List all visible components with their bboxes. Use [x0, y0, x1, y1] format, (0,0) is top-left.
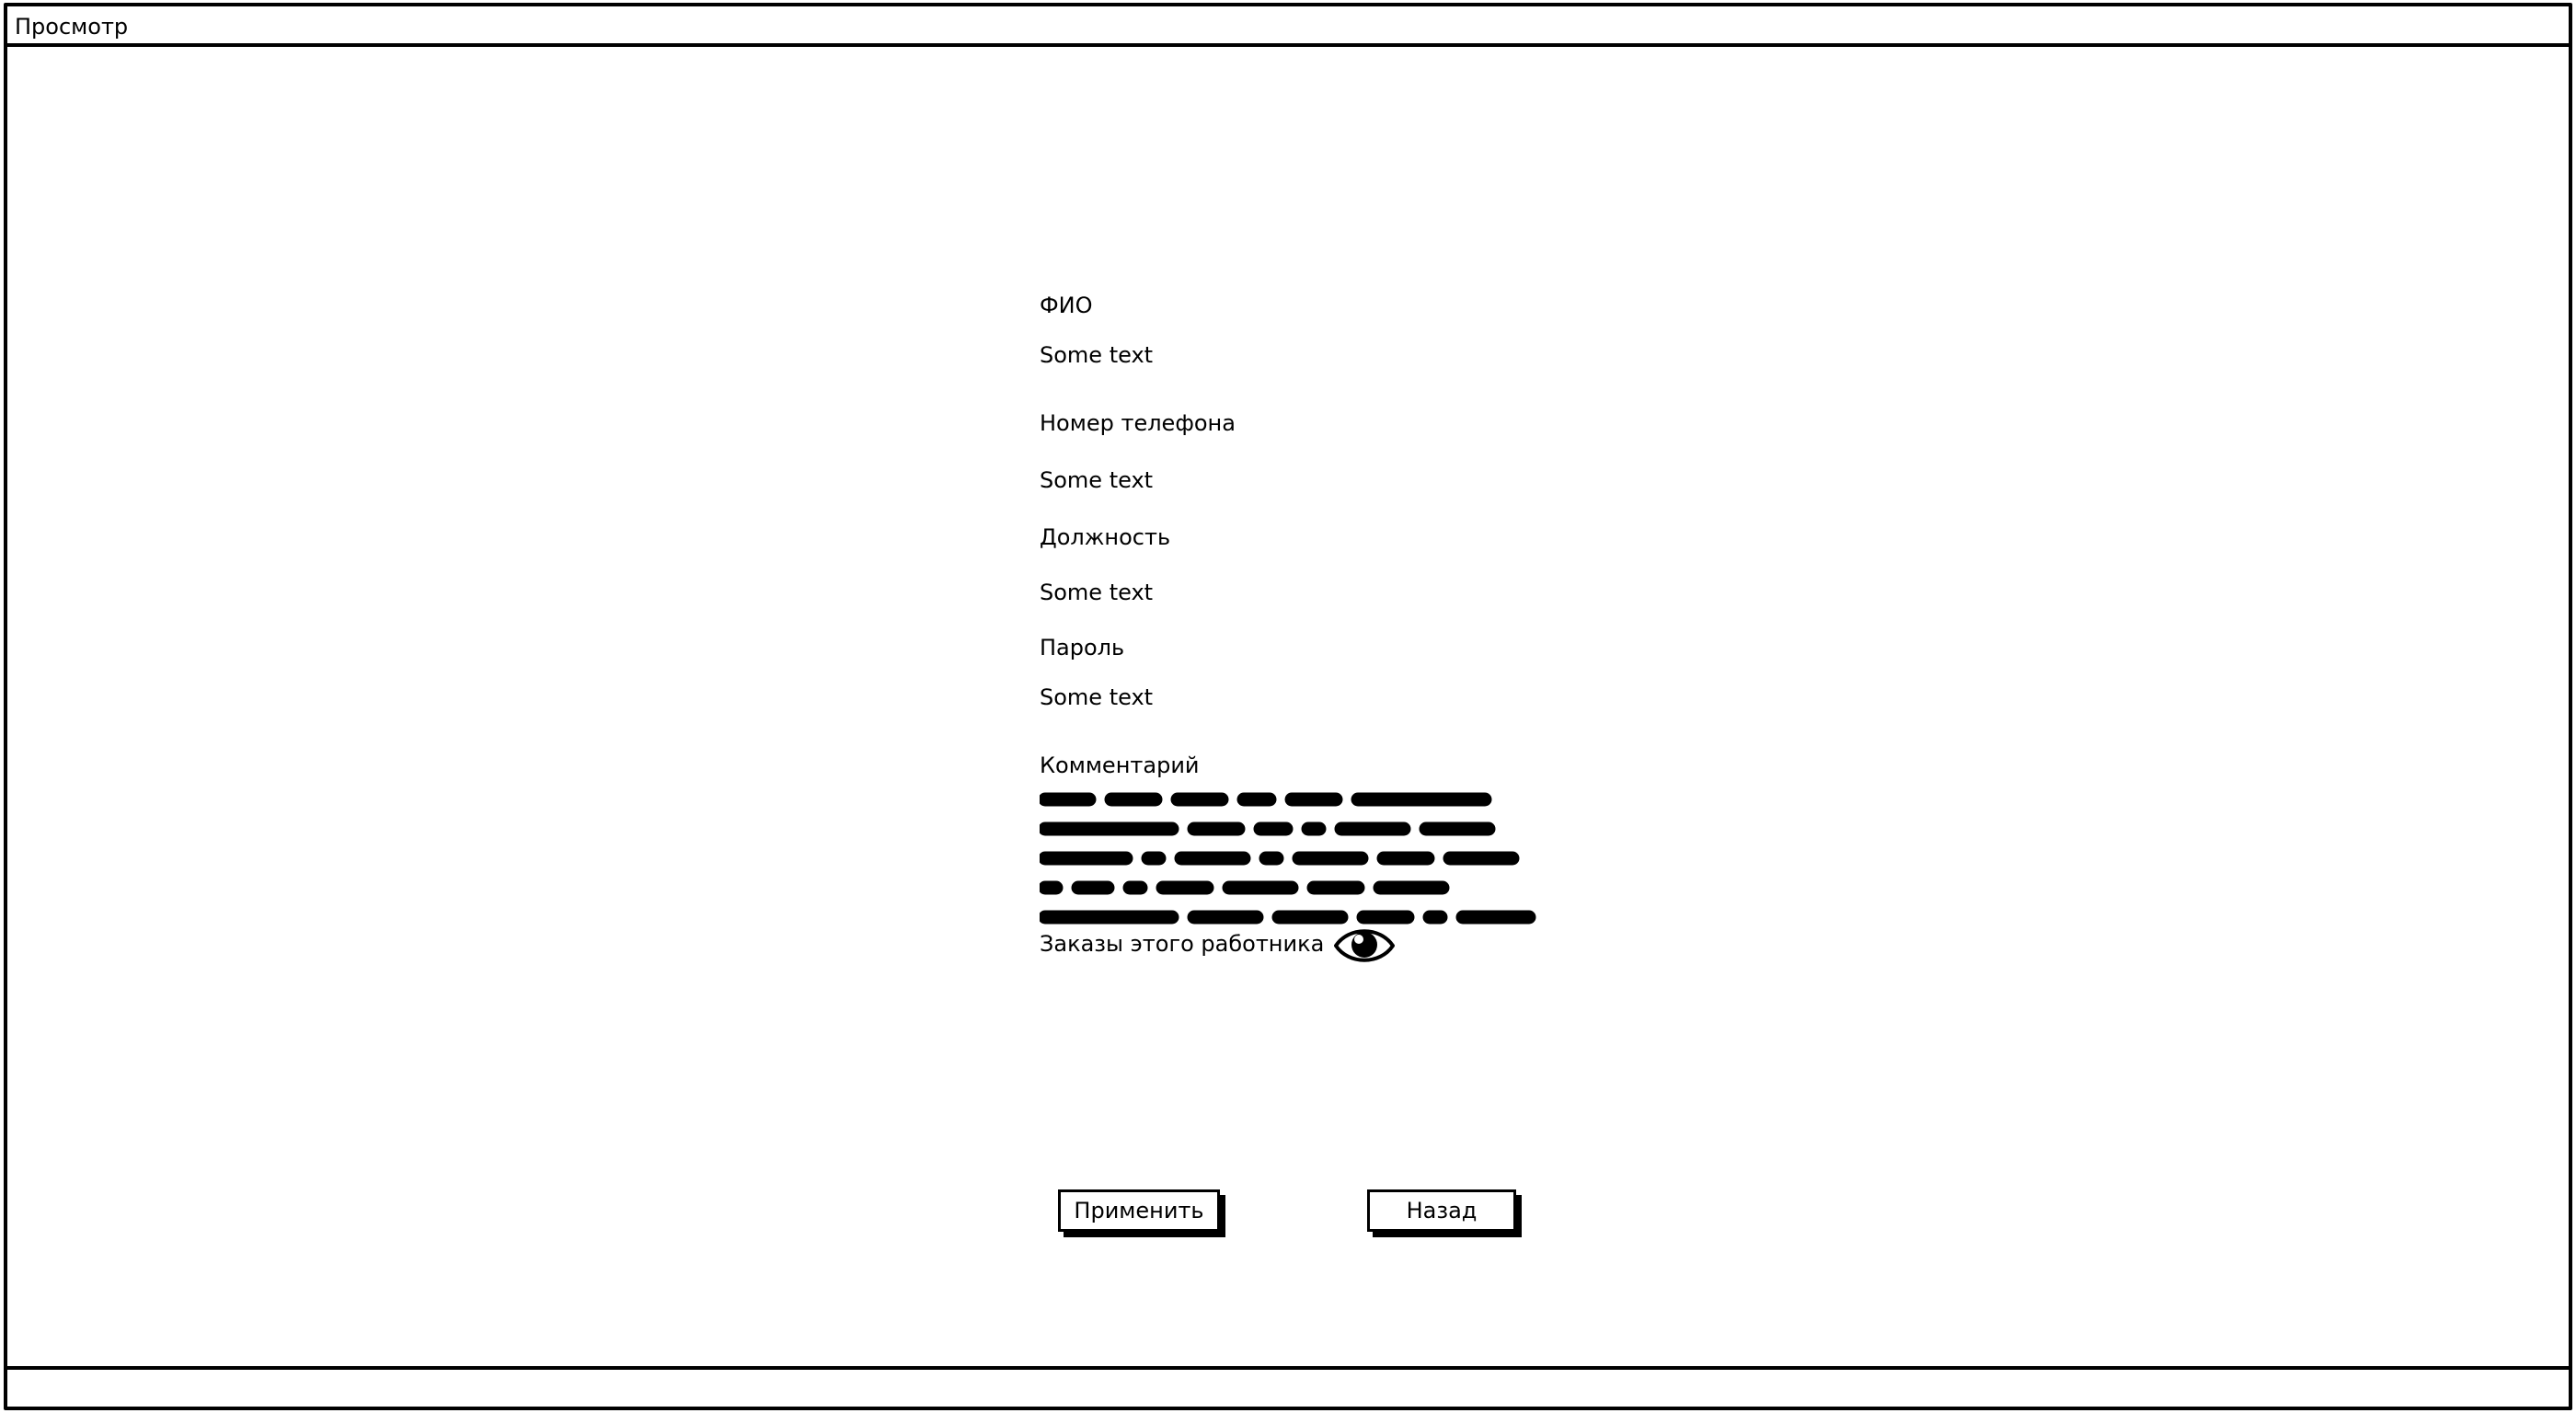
apply-button[interactable]: Применить	[1058, 1189, 1220, 1232]
title-bar: Просмотр	[7, 6, 2569, 47]
fio-label: ФИО	[1040, 293, 1093, 318]
password-label: Пароль	[1040, 635, 1125, 661]
eye-icon[interactable]	[1332, 923, 1397, 969]
position-value: Some text	[1040, 580, 1154, 605]
back-button[interactable]: Назад	[1367, 1189, 1516, 1232]
fio-value: Some text	[1040, 342, 1154, 368]
position-label: Должность	[1040, 524, 1171, 550]
comment-label: Комментарий	[1040, 752, 1200, 778]
password-value: Some text	[1040, 684, 1154, 710]
app-window: Просмотр ФИО Some text Номер телефона So…	[4, 3, 2572, 1410]
orders-label: Заказы этого работника	[1040, 931, 1325, 957]
comment-placeholder-text	[1040, 792, 1536, 925]
status-bar	[7, 1366, 2569, 1407]
phone-label: Номер телефона	[1040, 410, 1236, 436]
phone-value: Some text	[1040, 467, 1154, 493]
window-title: Просмотр	[15, 14, 129, 40]
